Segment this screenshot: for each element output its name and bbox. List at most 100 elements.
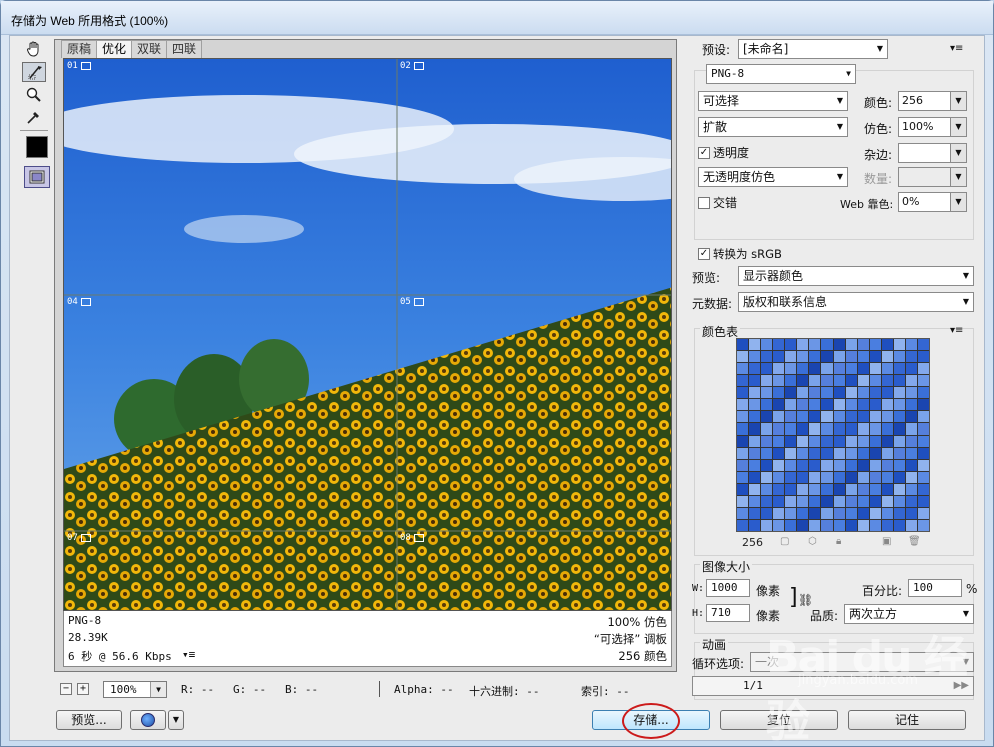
color-swatch[interactable]: [857, 351, 869, 363]
dither-input[interactable]: 100% ▼: [898, 117, 967, 137]
color-swatch[interactable]: [785, 483, 797, 495]
zoom-select[interactable]: 100% ▼: [103, 681, 167, 698]
color-swatch[interactable]: [905, 435, 917, 447]
color-swatch[interactable]: [821, 507, 833, 519]
color-swatch[interactable]: [893, 411, 905, 423]
color-swatch[interactable]: [845, 351, 857, 363]
color-swatch[interactable]: [821, 375, 833, 387]
color-swatch[interactable]: [845, 399, 857, 411]
color-swatch[interactable]: [809, 411, 821, 423]
web-snap-input[interactable]: 0% ▼: [898, 192, 967, 212]
color-swatch[interactable]: [869, 399, 881, 411]
color-swatch[interactable]: [845, 423, 857, 435]
color-swatch[interactable]: [821, 459, 833, 471]
color-swatch[interactable]: [773, 351, 785, 363]
color-swatch[interactable]: [905, 363, 917, 375]
color-swatch[interactable]: [797, 351, 809, 363]
color-swatch[interactable]: [893, 387, 905, 399]
color-swatch[interactable]: [881, 459, 893, 471]
color-swatch[interactable]: [749, 459, 761, 471]
tab-4-up[interactable]: 四联: [166, 40, 203, 58]
color-swatch[interactable]: [785, 399, 797, 411]
info-menu-icon[interactable]: ▾≡: [182, 648, 195, 661]
color-swatch[interactable]: [893, 471, 905, 483]
preset-select[interactable]: [未命名] ▼: [738, 39, 888, 59]
color-swatch[interactable]: [893, 519, 905, 531]
color-swatch[interactable]: [809, 447, 821, 459]
color-swatch[interactable]: [893, 363, 905, 375]
dither-algorithm-select[interactable]: 扩散 ▼: [698, 117, 848, 137]
color-swatch[interactable]: [749, 507, 761, 519]
color-reduction-select[interactable]: 可选择 ▼: [698, 91, 848, 111]
color-swatch[interactable]: [737, 495, 749, 507]
format-select[interactable]: PNG-8 ▼: [706, 64, 856, 84]
percent-input[interactable]: 100: [908, 579, 962, 597]
color-swatch[interactable]: [845, 363, 857, 375]
color-swatch[interactable]: [797, 375, 809, 387]
tab-2-up[interactable]: 双联: [131, 40, 168, 58]
color-swatch[interactable]: [857, 339, 869, 351]
color-swatch[interactable]: [749, 351, 761, 363]
zoom-tool-icon[interactable]: [22, 84, 46, 106]
color-swatch[interactable]: [917, 363, 929, 375]
color-swatch[interactable]: [785, 423, 797, 435]
color-swatch[interactable]: [773, 375, 785, 387]
color-swatch[interactable]: [749, 435, 761, 447]
slice-select-tool-icon[interactable]: [22, 62, 46, 82]
web-shift-icon[interactable]: ⬡: [808, 536, 817, 547]
lock-color-icon[interactable]: 🔒︎: [836, 536, 841, 547]
color-table-menu-icon[interactable]: ▾≡: [950, 325, 963, 336]
color-swatch[interactable]: [785, 459, 797, 471]
color-swatch[interactable]: [773, 423, 785, 435]
color-swatch[interactable]: [917, 351, 929, 363]
color-swatch[interactable]: [737, 519, 749, 531]
color-swatch[interactable]: [869, 435, 881, 447]
color-swatch[interactable]: [773, 363, 785, 375]
color-swatch[interactable]: [761, 447, 773, 459]
color-swatch[interactable]: [773, 507, 785, 519]
color-swatch[interactable]: [797, 435, 809, 447]
color-swatch[interactable]: [869, 507, 881, 519]
color-swatch[interactable]: [749, 471, 761, 483]
color-swatch[interactable]: [785, 495, 797, 507]
tab-optimized[interactable]: 优化: [96, 40, 133, 58]
color-swatch[interactable]: [773, 399, 785, 411]
color-swatch[interactable]: [737, 387, 749, 399]
color-swatch[interactable]: [797, 411, 809, 423]
color-swatch[interactable]: [833, 387, 845, 399]
color-swatch[interactable]: [869, 519, 881, 531]
color-swatch[interactable]: [833, 483, 845, 495]
color-swatch[interactable]: [749, 399, 761, 411]
color-table-grid[interactable]: [736, 338, 930, 532]
color-swatch[interactable]: [905, 351, 917, 363]
color-swatch[interactable]: [833, 423, 845, 435]
chevron-down-icon[interactable]: ▼: [950, 193, 966, 211]
color-swatch[interactable]: [773, 459, 785, 471]
color-swatch[interactable]: [773, 519, 785, 531]
color-swatch[interactable]: [749, 411, 761, 423]
color-swatch[interactable]: [893, 459, 905, 471]
color-swatch[interactable]: [857, 399, 869, 411]
eyedropper-color-swatch[interactable]: [26, 136, 48, 158]
color-swatch[interactable]: [773, 447, 785, 459]
color-swatch[interactable]: [773, 387, 785, 399]
color-swatch[interactable]: [905, 399, 917, 411]
color-swatch[interactable]: [749, 519, 761, 531]
color-swatch[interactable]: [845, 507, 857, 519]
color-swatch[interactable]: [797, 363, 809, 375]
color-swatch[interactable]: [893, 495, 905, 507]
color-swatch[interactable]: [881, 483, 893, 495]
color-swatch[interactable]: [845, 375, 857, 387]
browser-preview-button[interactable]: [130, 710, 166, 730]
color-swatch[interactable]: [833, 399, 845, 411]
color-swatch[interactable]: [737, 339, 749, 351]
color-swatch[interactable]: [833, 471, 845, 483]
color-swatch[interactable]: [917, 375, 929, 387]
color-swatch[interactable]: [785, 375, 797, 387]
color-swatch[interactable]: [833, 495, 845, 507]
color-swatch[interactable]: [821, 399, 833, 411]
color-swatch[interactable]: [761, 339, 773, 351]
color-swatch[interactable]: [905, 495, 917, 507]
color-swatch[interactable]: [917, 495, 929, 507]
color-swatch[interactable]: [893, 483, 905, 495]
